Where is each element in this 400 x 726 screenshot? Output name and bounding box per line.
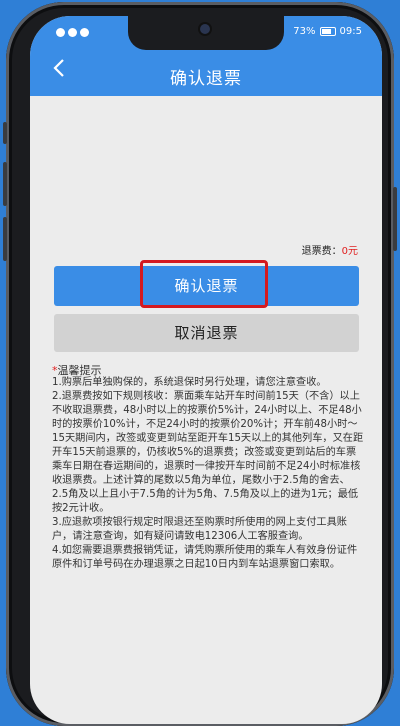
volume-down-button: [3, 217, 7, 261]
tip-item: 1.购票后单独购保的，系统退保时另行处理，请您注意查收。: [52, 377, 327, 388]
tip-item: 2.退票费按如下规则核收：票面乘车站开车时间前15天（不含）以上不收取退票费，4…: [52, 391, 364, 514]
tip-item: 4.如您需要退票费报销凭证，请凭购票所使用的乘车人有效身份证件原件和订单号码在办…: [52, 545, 358, 570]
highlight-box: [140, 260, 268, 308]
page-title: 确认退票: [170, 69, 242, 89]
clock: 09:5: [339, 26, 362, 37]
mute-switch: [3, 122, 7, 144]
volume-up-button: [3, 162, 7, 206]
power-button: [393, 187, 397, 251]
app-notification-icon: [80, 28, 89, 37]
tip-item: 3.应退款项按银行规定时限退还至购票时所使用的网上支付工具账户，请注意查询，如有…: [52, 517, 347, 542]
cancel-refund-button[interactable]: 取消退票: [54, 314, 359, 352]
message-icon: [68, 28, 77, 37]
battery-percent: 73%: [293, 26, 316, 37]
refund-fee-label: 退票费：: [301, 246, 342, 257]
status-bar-right: 73% 09:5: [293, 26, 362, 37]
battery-icon: [319, 27, 336, 36]
camera-icon: [200, 24, 210, 34]
status-icons-left: [56, 28, 89, 37]
notification-icon: [56, 28, 65, 37]
refund-fee: 退票费：0元: [302, 242, 358, 257]
phone-frame: 73% 09:5 确认退票 退票费：0元 确认退票 取消退票 *温馨提示 1.购…: [3, 2, 397, 726]
refund-fee-amount: 0元: [341, 246, 358, 257]
tips-content: 1.购票后单独购保的，系统退保时另行处理，请您注意查收。 2.退票费按如下规则核…: [52, 376, 364, 572]
app-screen: 73% 09:5 确认退票 退票费：0元 确认退票 取消退票 *温馨提示 1.购…: [30, 16, 382, 724]
notch: [128, 16, 284, 50]
